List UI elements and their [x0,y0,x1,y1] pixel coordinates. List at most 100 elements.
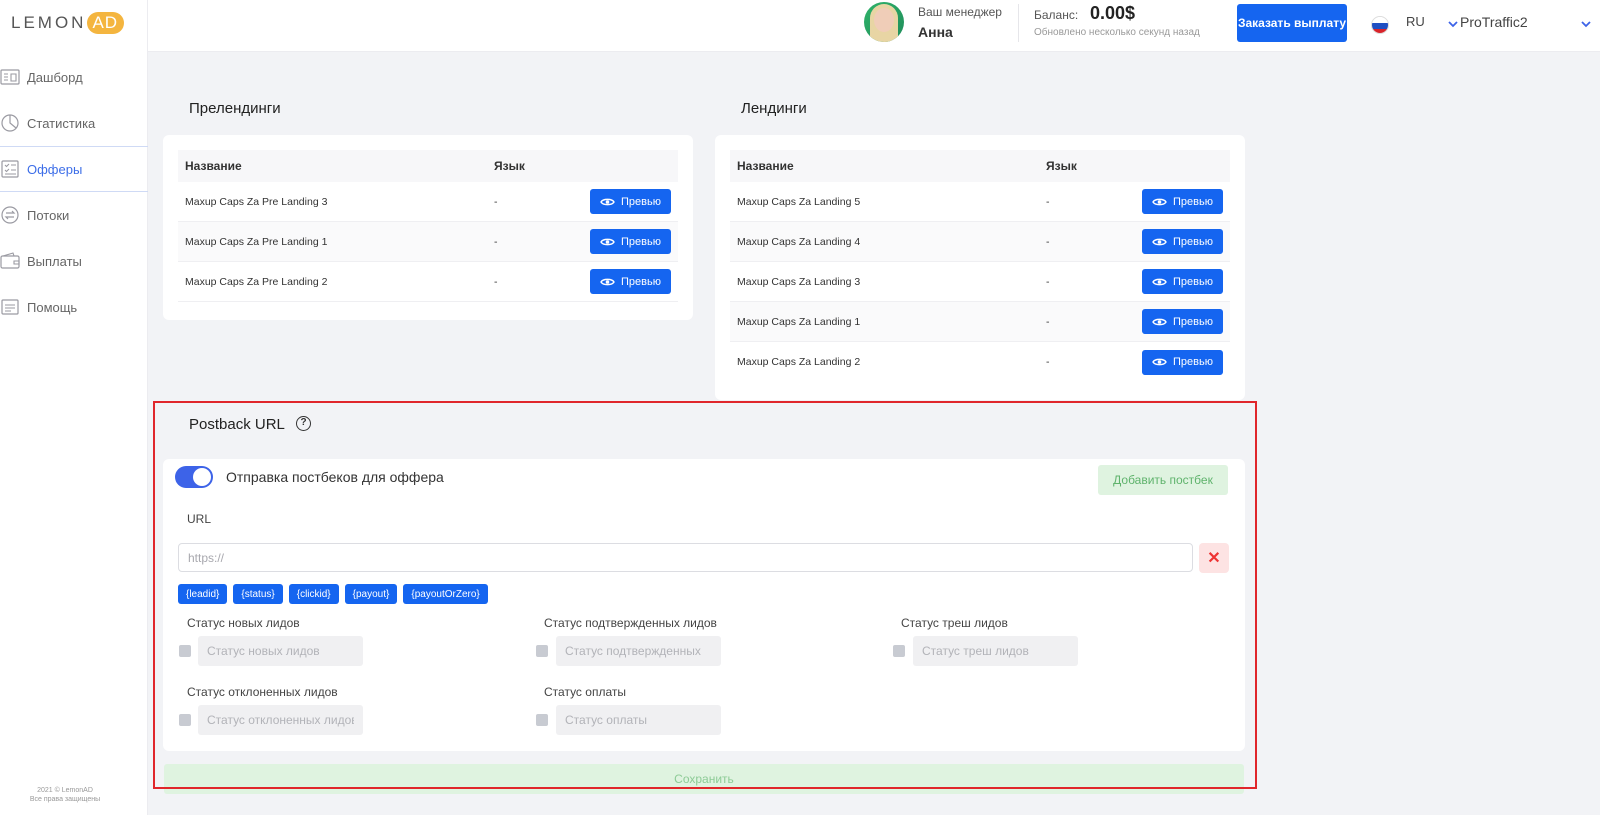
sidebar-item-help[interactable]: Помощь [0,284,148,330]
row-language: - [1046,195,1050,208]
row-name: Maxup Caps Za Pre Landing 1 [185,235,328,248]
row-language: - [1046,275,1050,288]
landings-title: Лендинги [741,100,807,117]
prelandings-card: Название Язык Maxup Caps Za Pre Landing … [163,135,693,320]
table-row: Maxup Caps Za Pre Landing 3 - Превью [178,182,678,222]
logo-text: LEMON [11,13,87,32]
top-header: Ваш менеджер Анна Баланс: 0.00$ Обновлен… [148,0,1600,52]
table-header: Название Язык [730,150,1230,182]
preview-button[interactable]: Превью [1142,229,1223,254]
row-language: - [1046,235,1050,248]
preview-label: Превью [1173,235,1213,248]
landings-card: Название Язык Maxup Caps Za Landing 5 - … [715,135,1245,400]
preview-button[interactable]: Превью [1142,269,1223,294]
copyright-line: Все права защищены [29,796,101,803]
column-header-name: Название [737,159,794,173]
preview-label: Превью [621,195,661,208]
preview-label: Превью [1173,315,1213,328]
preview-button[interactable]: Превью [1142,349,1223,375]
user-menu[interactable]: ProTraffic2 [1460,14,1528,30]
chevron-down-icon[interactable] [1447,18,1459,30]
highlight-frame [153,401,1257,789]
sidebar-item-label: Офферы [27,161,83,177]
sidebar-item-statistics[interactable]: Статистика [0,100,148,146]
preview-label: Превью [1173,356,1213,368]
logo-badge: AD [87,12,125,34]
eye-icon [1152,238,1167,245]
row-name: Maxup Caps Za Landing 4 [737,235,861,248]
eye-icon [1152,358,1167,366]
help-icon [0,297,20,317]
eye-icon [600,198,615,205]
preview-button[interactable]: Превью [590,189,671,214]
sidebar-item-label: Помощь [27,299,78,315]
table-row: Maxup Caps Za Landing 2 - Превью [730,342,1230,382]
preview-button[interactable]: Превью [1142,309,1223,334]
flows-icon [0,205,20,225]
sidebar: LEMON AD Дашборд Статистика Офферы Потоки… [0,0,148,815]
preview-button[interactable]: Превью [1142,189,1223,214]
sidebar-item-label: Выплаты [27,253,82,269]
row-name: Maxup Caps Za Landing 5 [737,195,861,208]
sidebar-item-payouts[interactable]: Выплаты [0,238,148,284]
chevron-down-icon[interactable] [1580,18,1592,30]
eye-icon [600,238,615,245]
order-payout-button[interactable]: Заказать выплату [1237,4,1347,42]
sidebar-item-offers[interactable]: Офферы [0,146,148,192]
preview-label: Превью [621,275,661,288]
language-selector[interactable]: RU [1406,14,1425,29]
eye-icon [600,278,615,285]
table-header: Название Язык [178,150,678,182]
preview-label: Превью [1173,195,1213,208]
balance-updated: Обновлено несколько секунд назад [1034,27,1200,38]
column-header-language: Язык [1046,159,1077,173]
logo[interactable]: LEMON AD [11,12,125,34]
row-language: - [494,275,498,288]
table-row: Maxup Caps Za Landing 3 - Превью [730,262,1230,302]
sidebar-item-dashboard[interactable]: Дашборд [0,54,148,100]
row-name: Maxup Caps Za Landing 2 [737,356,861,368]
preview-button[interactable]: Превью [590,269,671,294]
header-divider [1018,4,1019,42]
sidebar-item-label: Дашборд [27,69,83,85]
balance-label: Баланс: [1034,8,1079,22]
manager-name: Анна [918,24,953,40]
sidebar-nav: Дашборд Статистика Офферы Потоки Выплаты… [0,54,148,330]
row-name: Maxup Caps Za Landing 3 [737,275,861,288]
preview-label: Превью [621,235,661,248]
row-language: - [494,235,498,248]
table-row: Maxup Caps Za Landing 1 - Превью [730,302,1230,342]
prelandings-table: Название Язык Maxup Caps Za Pre Landing … [178,150,678,302]
prelandings-title: Прелендинги [189,100,281,117]
table-row: Maxup Caps Za Landing 5 - Превью [730,182,1230,222]
manager-label: Ваш менеджер [918,5,1002,19]
balance-value: 0.00$ [1090,3,1136,23]
column-header-language: Язык [494,159,525,173]
sidebar-item-label: Статистика [27,115,96,131]
russian-flag-icon[interactable] [1371,16,1389,34]
eye-icon [1152,198,1167,205]
row-language: - [494,195,498,208]
preview-button[interactable]: Превью [590,229,671,254]
offers-icon [0,159,20,179]
row-language: - [1046,356,1050,368]
row-name: Maxup Caps Za Landing 1 [737,315,861,328]
statistics-icon [0,113,20,133]
copyright-line: 2021 © LemonAD [37,787,93,794]
eye-icon [1152,318,1167,325]
manager-avatar[interactable] [864,2,904,42]
dashboard-icon [0,67,20,87]
table-row: Maxup Caps Za Pre Landing 2 - Превью [178,262,678,302]
wallet-icon [0,251,20,271]
sidebar-item-label: Потоки [27,207,70,223]
table-row: Maxup Caps Za Landing 4 - Превью [730,222,1230,262]
row-name: Maxup Caps Za Pre Landing 3 [185,195,328,208]
column-header-name: Название [185,159,242,173]
eye-icon [1152,278,1167,285]
row-name: Maxup Caps Za Pre Landing 2 [185,275,328,288]
preview-label: Превью [1173,275,1213,288]
table-row: Maxup Caps Za Pre Landing 1 - Превью [178,222,678,262]
sidebar-item-flows[interactable]: Потоки [0,192,148,238]
row-language: - [1046,315,1050,328]
copyright: 2021 © LemonAD Все права защищены [0,786,130,804]
